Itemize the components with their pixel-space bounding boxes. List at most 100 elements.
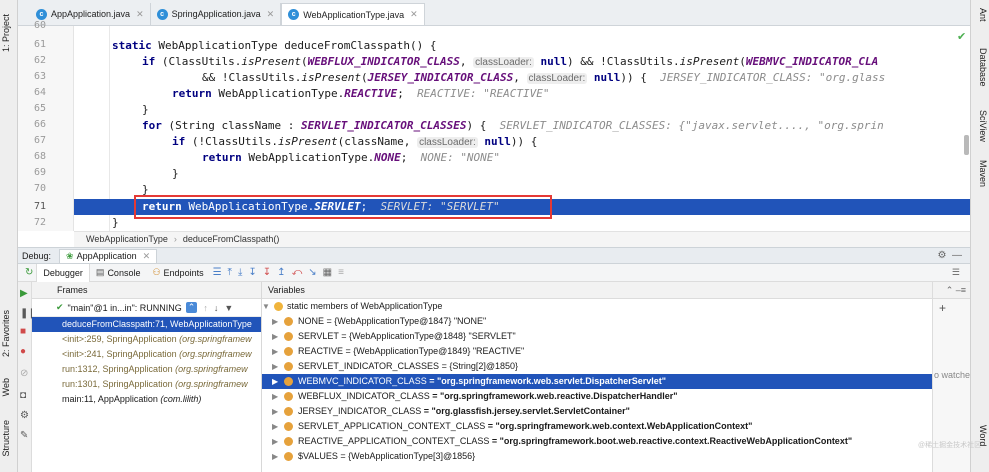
project-tool-button[interactable]: 1: Project — [1, 14, 17, 52]
structure-tool-button[interactable]: Structure — [1, 420, 17, 457]
thread-selector[interactable]: ✔ "main"@1 in...in": RUNNING ⌃ ↑ ↓ ▼ — [32, 299, 261, 317]
frame-item[interactable]: deduceFromClasspath:71, WebApplicationTy… — [32, 317, 261, 332]
tab-console-label: Console — [107, 267, 141, 278]
expand-arrow-icon[interactable]: ▶ — [272, 449, 278, 464]
inspection-ok-icon: ✔ — [957, 31, 967, 43]
variable-row[interactable]: ▼ static members of WebApplicationType — [262, 299, 932, 314]
tab-webapplicationtype[interactable]: c WebApplicationType.java ✕ — [281, 3, 425, 25]
tab-console[interactable]: ▤ Console — [90, 264, 147, 282]
force-step-into-icon[interactable]: ↧ — [263, 267, 271, 278]
expand-arrow-icon[interactable]: ▶ — [272, 374, 278, 389]
run-to-cursor-icon[interactable]: ↘ — [308, 267, 316, 278]
breadcrumb-class[interactable]: WebApplicationType — [86, 234, 168, 244]
field-icon — [284, 362, 293, 371]
favorites-tool-button[interactable]: 2: Favorites — [1, 310, 17, 357]
expand-arrow-icon[interactable]: ▶ — [272, 434, 278, 449]
thread-label: "main"@1 in...in": RUNNING — [67, 302, 182, 313]
line-number: 65 — [34, 103, 47, 114]
tab-debugger[interactable]: Debugger — [36, 263, 90, 282]
red-highlight-box — [134, 195, 552, 219]
step-out-icon[interactable]: ↥ — [277, 267, 285, 278]
expand-arrow-icon[interactable]: ▶ — [272, 344, 278, 359]
spring-boot-icon: ❀ — [66, 250, 74, 261]
line-number: 64 — [34, 87, 47, 98]
layout-icon[interactable]: ☰ — [952, 267, 960, 278]
arrow-down-icon[interactable]: ↓ — [214, 303, 219, 313]
editor-tab-bar: c AppApplication.java ✕ c SpringApplicat… — [18, 0, 970, 26]
trace-icon[interactable]: ≡ — [338, 267, 344, 278]
variable-row[interactable]: ▶ REACTIVE = {WebApplicationType@1849} "R… — [262, 344, 932, 359]
variable-row[interactable]: ▶ SERVLET = {WebApplicationType@1848} "SE… — [262, 329, 932, 344]
expand-arrow-icon[interactable]: ▶ — [272, 419, 278, 434]
inline-debug-value: NONE: "NONE" — [420, 151, 501, 164]
variable-row[interactable]: ▶ JERSEY_INDICATOR_CLASS = "org.glassfish… — [262, 404, 932, 419]
settings-gear-icon[interactable]: ⚙ — — [937, 250, 962, 261]
show-execution-point-icon[interactable]: ⤒ — [228, 267, 232, 278]
debug-session-tab[interactable]: ❀ AppApplication ✕ — [59, 248, 158, 263]
step-over-icon[interactable]: ⤓ — [238, 267, 242, 278]
line-number: 71 — [34, 201, 47, 212]
arrow-up-icon[interactable]: ↑ — [203, 303, 208, 313]
line-number: 69 — [34, 167, 47, 178]
frame-item[interactable]: <init>:259, SpringApplication (org.sprin… — [32, 332, 261, 347]
variable-row-selected[interactable]: ▶ WEBMVC_INDICATOR_CLASS = "org.springfra… — [262, 374, 932, 389]
frame-item[interactable]: run:1312, SpringApplication (org.springf… — [32, 362, 261, 377]
maven-tool-button[interactable]: Maven — [973, 160, 988, 187]
stop-icon[interactable]: ■ — [20, 326, 26, 337]
variable-row[interactable]: ▶ SERVLET_APPLICATION_CONTEXT_CLASS = "or… — [262, 419, 932, 434]
frame-item[interactable]: run:1301, SpringApplication (org.springf… — [32, 377, 261, 392]
line-number: 62 — [34, 55, 47, 66]
close-icon[interactable]: ✕ — [410, 9, 418, 20]
frame-item[interactable]: main:11, AppApplication (com.lilith) — [32, 392, 261, 407]
variable-row[interactable]: ▶ WEBFLUX_INDICATOR_CLASS = "org.springfr… — [262, 389, 932, 404]
resume-icon[interactable]: ▶ — [20, 288, 28, 299]
add-watch-icon[interactable]: + — [939, 301, 946, 315]
field-icon — [284, 422, 293, 431]
parameter-hint: classLoader: — [473, 57, 534, 68]
variable-row[interactable]: ▶ NONE = {WebApplicationType@1847} "NONE" — [262, 314, 932, 329]
breadcrumb-method[interactable]: deduceFromClasspath() — [183, 234, 280, 244]
expand-arrow-icon[interactable]: ▶ — [272, 329, 278, 344]
breadcrumb: WebApplicationType › deduceFromClasspath() — [74, 231, 970, 247]
expand-arrow-icon[interactable]: ▶ — [272, 404, 278, 419]
web-tool-button[interactable]: Web — [1, 378, 17, 396]
close-icon[interactable]: ✕ — [143, 251, 151, 262]
ant-tool-button[interactable]: Ant — [973, 8, 988, 22]
menu-icon[interactable]: ☰ — [213, 267, 222, 278]
filter-icon[interactable]: ▼ — [224, 303, 233, 313]
line-number: 67 — [34, 135, 47, 146]
mute-breakpoints-icon[interactable]: ⊘ — [20, 368, 28, 379]
variable-row[interactable]: ▶ REACTIVE_APPLICATION_CONTEXT_CLASS = "o… — [262, 434, 932, 449]
tab-label: WebApplicationType.java — [303, 9, 405, 20]
tab-endpoints[interactable]: ⚇ Endpoints — [146, 264, 209, 282]
close-icon[interactable]: ✕ — [136, 9, 144, 20]
variable-row[interactable]: ▶ SERVLET_INDICATOR_CLASSES = {String[2]@… — [262, 359, 932, 374]
expand-arrow-icon[interactable]: ▶ — [272, 389, 278, 404]
expand-arrow-icon[interactable]: ▼ — [262, 299, 270, 314]
sciview-tool-button[interactable]: SciView — [973, 110, 988, 142]
inline-debug-value: SERVLET_INDICATOR_CLASSES: {"javax.servl… — [499, 119, 884, 132]
expand-arrow-icon[interactable]: ▶ — [272, 314, 278, 329]
line-number-gutter[interactable]: 60 61 62 63 64 65 66 67 68 69 70 71 72 — [18, 20, 74, 231]
camera-icon[interactable]: ◘ — [20, 390, 26, 401]
step-into-icon[interactable]: ↧ — [248, 267, 256, 278]
inline-debug-value: REACTIVE: "REACTIVE" — [417, 87, 550, 100]
drop-frame-icon[interactable]: ⤺ — [292, 267, 303, 278]
variable-row[interactable]: ▶ $VALUES = {WebApplicationType[3]@1856} — [262, 449, 932, 464]
class-icon: c — [288, 9, 300, 20]
rerun-icon[interactable]: ↻ — [25, 267, 33, 278]
expand-arrow-icon[interactable]: ▶ — [272, 359, 278, 374]
database-tool-button[interactable]: Database — [973, 48, 988, 87]
editor-scrollbar[interactable] — [964, 135, 969, 155]
view-breakpoints-icon[interactable]: ● — [20, 346, 26, 357]
dropdown-icon[interactable]: ⌃ — [185, 302, 198, 313]
pin-icon[interactable]: ✎ — [20, 430, 28, 441]
settings-icon[interactable]: ⚙ — [20, 410, 29, 421]
frame-item[interactable]: <init>:241, SpringApplication (org.sprin… — [32, 347, 261, 362]
parameter-hint: classLoader: — [417, 137, 478, 148]
close-icon[interactable]: ✕ — [267, 9, 275, 20]
tab-springapplication[interactable]: c SpringApplication.java ✕ — [151, 3, 282, 25]
line-number: 63 — [34, 71, 47, 82]
evaluate-icon[interactable]: ▦ — [323, 267, 332, 278]
line-number: 60 — [34, 20, 47, 31]
